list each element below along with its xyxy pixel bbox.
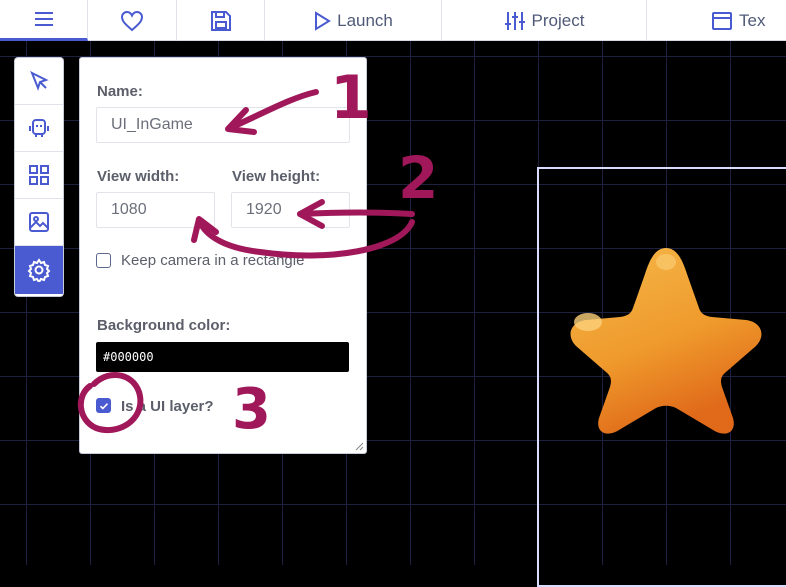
grid-icon <box>29 165 49 185</box>
save-button[interactable] <box>177 0 265 41</box>
view-height-label: View height: <box>232 168 321 185</box>
picture-frame-icon <box>712 11 732 30</box>
checkmark-icon <box>99 402 108 410</box>
name-label: Name: <box>97 83 143 100</box>
hamburger-menu-icon <box>34 12 53 26</box>
backgrounds-tool-button[interactable] <box>15 199 63 246</box>
sliders-icon <box>504 11 525 30</box>
gear-icon <box>27 258 51 282</box>
project-button[interactable]: Project <box>442 0 647 41</box>
texture-button[interactable]: Tex <box>647 0 786 41</box>
cursor-arrow-icon <box>30 70 49 91</box>
background-color-label: Background color: <box>97 317 231 334</box>
play-icon <box>315 10 332 31</box>
keep-camera-label: Keep camera in a rectangle <box>121 252 305 269</box>
top-toolbar: Launch Project Tex <box>0 0 786 41</box>
copies-tool-button[interactable] <box>15 105 63 152</box>
menu-button[interactable] <box>0 0 88 41</box>
image-icon <box>29 212 49 232</box>
favorite-button[interactable] <box>88 0 177 41</box>
resize-grip-icon[interactable] <box>355 442 364 451</box>
tiles-tool-button[interactable] <box>15 152 63 199</box>
ui-layer-checkbox[interactable] <box>96 398 111 413</box>
view-width-input[interactable]: 1080 <box>96 192 215 228</box>
select-tool-button[interactable] <box>15 58 63 105</box>
ui-layer-label: Is a UI layer? <box>121 398 214 415</box>
texture-label: Tex <box>739 10 766 30</box>
properties-tool-button[interactable] <box>15 246 63 294</box>
heart-icon <box>120 10 144 31</box>
keep-camera-checkbox[interactable] <box>96 253 111 268</box>
room-properties-panel: Name: UI_InGame View width: 1080 View he… <box>80 58 366 453</box>
launch-button[interactable]: Launch <box>265 0 442 41</box>
floppy-disk-icon <box>210 10 231 31</box>
star-sprite[interactable] <box>566 240 766 435</box>
side-toolbar <box>15 58 63 296</box>
launch-label: Launch <box>337 10 393 30</box>
name-input[interactable]: UI_InGame <box>96 107 350 143</box>
background-color-input[interactable]: #000000 <box>96 342 349 372</box>
view-width-label: View width: <box>97 168 180 185</box>
project-label: Project <box>531 10 585 30</box>
robot-icon <box>29 119 49 137</box>
view-height-input[interactable]: 1920 <box>231 192 350 228</box>
